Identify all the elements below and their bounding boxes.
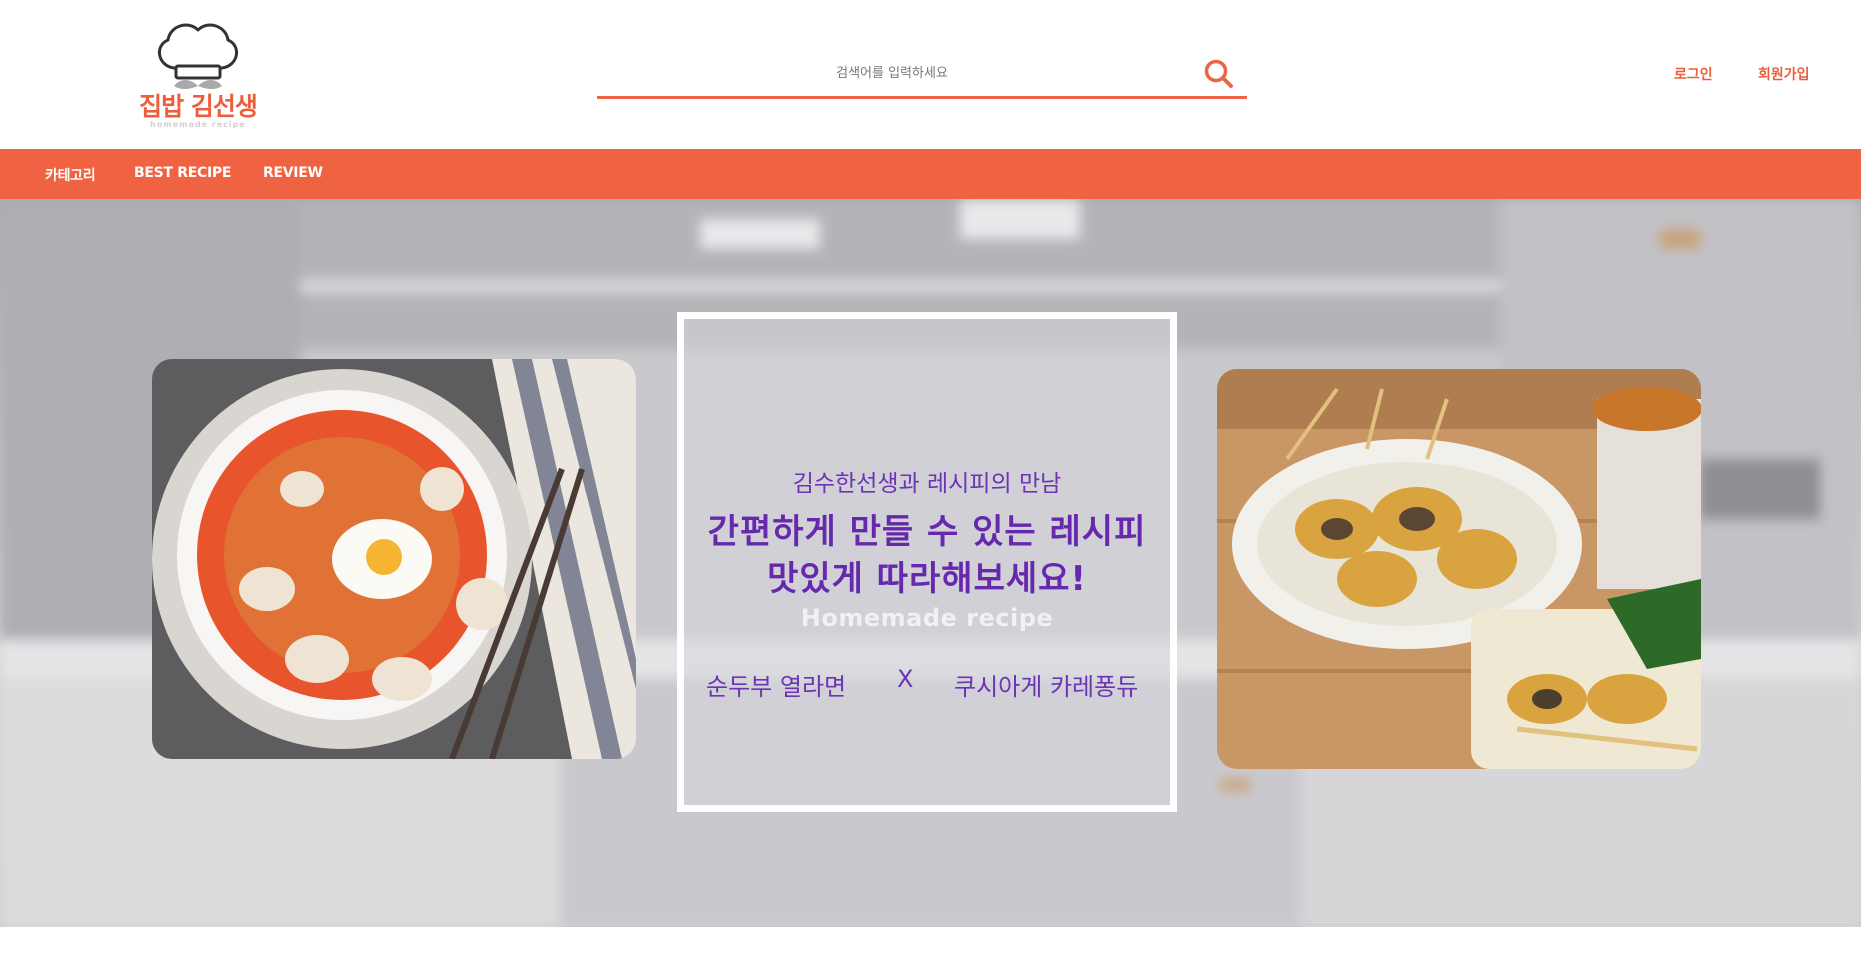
search-bar [597,50,1247,99]
search-input[interactable] [597,58,1187,88]
promo-dish-right[interactable]: 쿠시아게 카레퐁듀 [954,667,1138,702]
kushiage-photo [1217,369,1701,769]
promo-dish-left[interactable]: 순두부 열라면 [706,667,846,702]
ramen-photo [152,359,636,759]
promo-headline-2: 맛있게 따라해보세요! [767,559,1087,599]
promo-box: 김수한선생과 레시피의 만남 간편하게 만들 수 있는 레시피 맛있게 따라해보… [677,312,1177,812]
site-logo[interactable]: 집밥 김선생 homemade recipe [128,16,268,134]
search-icon [1204,59,1233,88]
nav-item-review[interactable]: REVIEW [263,165,323,181]
search-button[interactable] [1203,58,1235,90]
hero-banner: 김수한선생과 레시피의 만남 간편하게 만들 수 있는 레시피 맛있게 따라해보… [0,199,1861,927]
dish-image-sundubu-ramen[interactable] [152,359,636,759]
promo-tagline: 김수한선생과 레시피의 만남 [792,471,1062,497]
promo-brand-line: Homemade recipe [800,604,1054,632]
brand-subtitle: homemade recipe [150,120,246,129]
brand-title: 집밥 김선생 [139,92,258,121]
login-link[interactable]: 로그인 [1674,64,1713,84]
main-nav: 카테고리 BEST RECIPE REVIEW [0,149,1861,199]
nav-item-category[interactable]: 카테고리 [45,165,96,185]
promo-separator: X [897,665,914,693]
promo-headline-1: 간편하게 만들 수 있는 레시피 [707,512,1147,552]
site-header: 집밥 김선생 homemade recipe 로그인 회원가입 [0,0,1861,149]
nav-item-best-recipe[interactable]: BEST RECIPE [134,165,231,181]
chef-hat-icon [158,23,238,89]
dish-image-kushiage-curry-fondue[interactable] [1217,369,1701,769]
signup-link[interactable]: 회원가입 [1758,64,1810,84]
